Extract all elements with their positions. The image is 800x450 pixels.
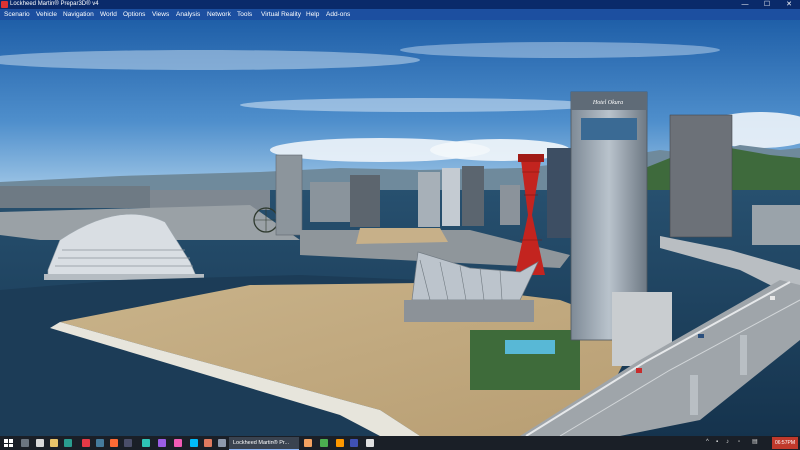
app-icon[interactable] [36, 439, 44, 447]
pool [505, 340, 555, 354]
app-icon[interactable] [204, 439, 212, 447]
menu-views[interactable]: Views [151, 9, 170, 20]
taskbar-clock[interactable]: 06:57PM [772, 437, 798, 449]
menu-tools[interactable]: Tools [236, 9, 253, 20]
menu-network[interactable]: Network [206, 9, 232, 20]
menu-navigation[interactable]: Navigation [62, 9, 95, 20]
menu-analysis[interactable]: Analysis [175, 9, 201, 20]
tray-notification-icon[interactable]: ▤ [752, 439, 758, 446]
tray-keyboard-icon[interactable]: ▫ [738, 439, 744, 446]
window-title: Lockheed Martin® Prepar3D® v4 [10, 1, 99, 7]
app-icon[interactable] [82, 439, 90, 447]
app-icon[interactable] [158, 439, 166, 447]
windows-start-icon[interactable] [4, 439, 13, 447]
close-button[interactable]: ✕ [782, 0, 796, 9]
app-icon[interactable] [366, 439, 374, 447]
app-icon[interactable] [50, 439, 58, 447]
app-icon[interactable] [190, 439, 198, 447]
pier-building [356, 228, 448, 244]
minimize-button[interactable]: — [738, 0, 752, 9]
menu-scenario[interactable]: Scenario [3, 9, 31, 20]
window-title-bar[interactable]: Lockheed Martin® Prepar3D® v4 — ☐ ✕ [0, 0, 800, 9]
maximize-button[interactable]: ☐ [760, 0, 774, 9]
app-icon[interactable] [96, 439, 104, 447]
app-icon[interactable] [174, 439, 182, 447]
green-lawn [470, 330, 580, 390]
tower-sign: Hotel Okura [592, 100, 623, 106]
windows-taskbar: Lockheed Martin® Pr... ^ ▪ ♪ ▫ ▤ 06:57PM [0, 436, 800, 450]
menu-options[interactable]: Options [122, 9, 146, 20]
right-building [752, 205, 800, 245]
taskbar-active-label: Lockheed Martin® Pr... [233, 440, 290, 446]
tray-up-arrow-icon[interactable]: ^ [706, 439, 712, 446]
menu-world[interactable]: World [99, 9, 118, 20]
taskbar-active-window[interactable]: Lockheed Martin® Pr... [229, 437, 299, 450]
menu-bar: Scenario Vehicle Navigation World Option… [0, 9, 800, 20]
app-icon[interactable] [142, 439, 150, 447]
residential-tower-right [669, 114, 733, 238]
app-icon[interactable] [110, 439, 118, 447]
app-icon[interactable] [218, 439, 226, 447]
prepar3d-app-icon [1, 1, 8, 8]
app-icon[interactable] [320, 439, 328, 447]
app-icon[interactable] [336, 439, 344, 447]
menu-add-ons[interactable]: Add-ons [325, 9, 351, 20]
ferris-wheel [253, 207, 279, 233]
tall-tower-left [275, 154, 303, 236]
tray-network-icon[interactable]: ▪ [716, 439, 722, 446]
app-icon[interactable] [124, 439, 132, 447]
app-icon[interactable] [64, 439, 72, 447]
app-icon[interactable] [350, 439, 358, 447]
simulator-3d-view[interactable]: Hotel Okura [0, 20, 800, 436]
tray-volume-icon[interactable]: ♪ [726, 439, 732, 446]
app-icon[interactable] [304, 439, 312, 447]
search-icon[interactable] [21, 439, 29, 447]
menu-vehicle[interactable]: Vehicle [35, 9, 58, 20]
menu-help[interactable]: Help [305, 9, 320, 20]
menu-virtual-reality[interactable]: Virtual Reality [260, 9, 302, 20]
